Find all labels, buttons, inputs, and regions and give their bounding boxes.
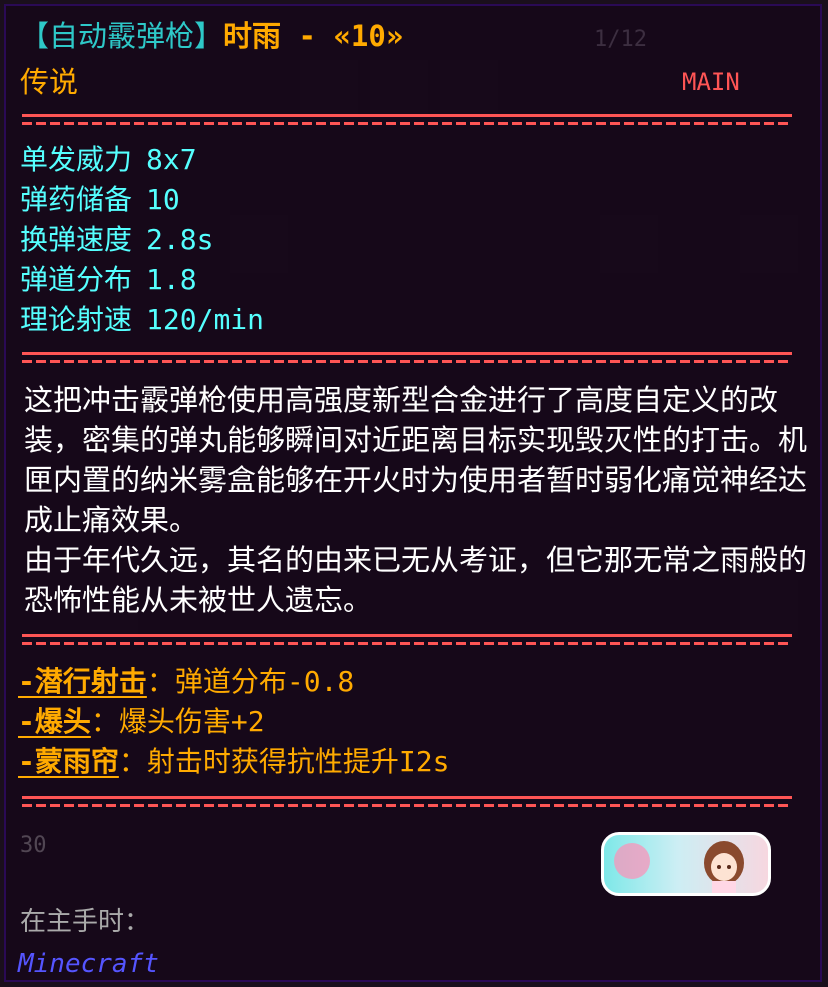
stat-value: 120/min [146,303,265,336]
stat-row: 理论射速 120/min [20,300,264,340]
perk-name: -爆头 [18,705,91,738]
weapon-type: 【自动霰弹枪】 [20,19,224,53]
avatar-girl-icon [704,841,744,893]
stat-label: 换弹速度 [20,223,133,256]
perk-effect: ：爆头伤害+2 [90,705,265,738]
rarity-label: 传说 [20,65,79,99]
stat-row: 换弹速度 2.8s [20,220,213,260]
stat-value: 10 [146,183,180,216]
item-tooltip: 【自动霰弹枪】时雨 - «10» 1/12 传说 MAIN 单发威力 8x7 弹药… [4,4,822,982]
stat-row: 单发威力 8x7 [20,140,197,180]
stat-row: 弹药储备 10 [20,180,180,220]
perk-name: -蒙雨帘 [18,745,119,778]
perk-effect: ：弹道分布-0.8 [146,665,355,698]
divider [22,796,792,810]
divider [22,634,792,648]
stat-value: 1.8 [146,263,197,296]
title-separator: - [298,19,316,53]
lore-paragraph: 由于年代久远，其名的由来已无从考证，但它那无常之雨般的恐怖性能从未被世人遗忘。 [24,543,808,617]
mod-name: Minecraft [18,949,159,979]
item-title: 【自动霰弹枪】时雨 - «10» [20,18,403,54]
perk-row: -潜行射击：弹道分布-0.8 [18,662,354,702]
divider [22,114,792,128]
divider [22,352,792,366]
perk-row: -蒙雨帘：射击时获得抗性提升I2s [18,742,449,782]
flower-icon [614,843,650,879]
stat-label: 单发威力 [20,143,133,176]
lore-text: 这把冲击霰弹枪使用高强度新型合金进行了高度自定义的改装，密集的弹丸能够瞬间对近距… [24,380,814,620]
lore-paragraph: 这把冲击霰弹枪使用高强度新型合金进行了高度自定义的改装，密集的弹丸能够瞬间对近距… [24,383,808,537]
stat-label: 弹药储备 [20,183,133,216]
stat-value: 8x7 [146,143,197,176]
stat-value: 2.8s [146,223,214,256]
stat-label: 理论射速 [20,303,133,336]
hand-slot-label: 在主手时： [20,907,151,937]
avatar-sticker [601,832,771,896]
stat-row: 弹道分布 1.8 [20,260,197,300]
weapon-level: «10» [333,19,404,53]
item-count: 30 [20,833,47,858]
weapon-name: 时雨 [223,19,282,53]
stat-label: 弹道分布 [20,263,133,296]
perk-effect: ：射击时获得抗性提升I2s [118,745,450,778]
perk-row: -爆头：爆头伤害+2 [18,702,265,742]
perk-name: -潜行射击 [18,665,147,698]
page-indicator: 1/12 [594,27,647,52]
slot-tag: MAIN [682,68,740,96]
